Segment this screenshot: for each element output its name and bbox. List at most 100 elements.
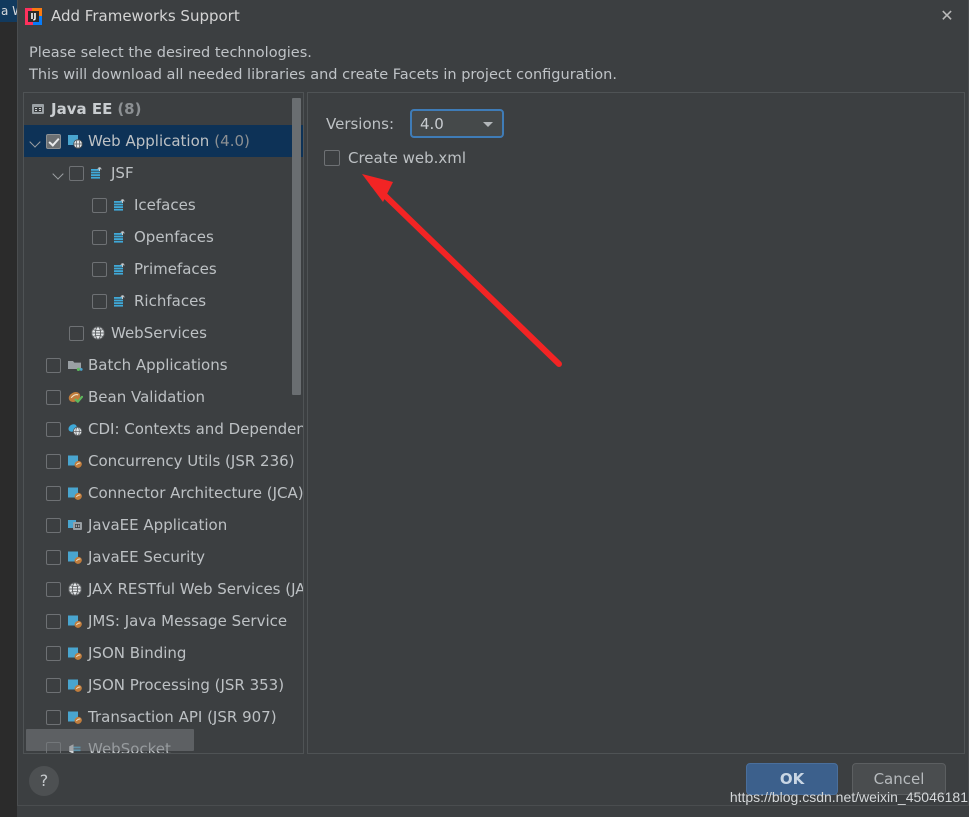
close-icon[interactable]: ✕ — [933, 3, 961, 29]
tree-vertical-scrollbar[interactable] — [292, 98, 301, 395]
tree-item-cdi-contexts-and-dependency-injection[interactable]: CDI: Contexts and Dependency Injection — [24, 413, 303, 445]
tree-item-checkbox[interactable] — [46, 549, 61, 565]
tree-item-checkbox[interactable] — [46, 453, 61, 469]
tree-item-label: Concurrency Utils (JSR 236) — [88, 452, 295, 470]
tree-item-jms-java-message-service[interactable]: JMS: Java Message Service — [24, 605, 303, 637]
tree-twisty-spacer — [30, 359, 43, 372]
jsf-icon — [113, 229, 129, 245]
help-button[interactable]: ? — [29, 766, 59, 796]
jsf-icon — [113, 261, 129, 277]
dialog-title: Add Frameworks Support — [51, 7, 240, 25]
tree-item-checkbox[interactable] — [46, 677, 61, 693]
tree-item-checkbox[interactable] — [46, 133, 61, 149]
tree-item-label: JSF — [111, 164, 134, 182]
tree-item-concurrency-utils-jsr-236[interactable]: Concurrency Utils (JSR 236) — [24, 445, 303, 477]
globe-icon — [90, 325, 106, 341]
tree-item-label: JavaEE Application — [88, 516, 228, 534]
tree-item-checkbox[interactable] — [46, 485, 61, 501]
tree-twisty-spacer — [30, 647, 43, 660]
add-frameworks-support-dialog: IJ Add Frameworks Support ✕ Please selec… — [17, 0, 969, 806]
tree-item-checkbox[interactable] — [92, 229, 107, 245]
globe-icon — [67, 581, 83, 597]
tree-item-javaee-application[interactable]: JavaEE Application — [24, 509, 303, 541]
tree-item-javaee-security[interactable]: JavaEE Security — [24, 541, 303, 573]
tree-item-checkbox[interactable] — [46, 709, 61, 725]
javaee-icon — [30, 101, 46, 117]
tree-item-checkbox[interactable] — [69, 325, 84, 341]
frameworks-tree-panel: Java EE (8) Web Application (4.0) JSF Iceface… — [23, 92, 304, 754]
tree-item-jax-restful-web-services-jax-rs[interactable]: JAX RESTful Web Services (JAX-RS) — [24, 573, 303, 605]
tree-item-label: Richfaces — [134, 292, 207, 310]
javaee-bean-icon — [67, 549, 83, 565]
tree-item-webservices[interactable]: WebServices — [24, 317, 303, 349]
tree-item-json-processing-jsr-353[interactable]: JSON Processing (JSR 353) — [24, 669, 303, 701]
background-window-title: a W — [0, 0, 17, 22]
create-webxml-row[interactable]: Create web.xml — [324, 149, 466, 167]
tree-twisty-spacer — [76, 295, 89, 308]
watermark: https://blog.csdn.net/weixin_45046181 — [729, 789, 968, 805]
tree-item-checkbox[interactable] — [46, 613, 61, 629]
tree-item-label: Bean Validation — [88, 388, 206, 406]
tree-item-checkbox[interactable] — [46, 389, 61, 405]
javaee-bean-icon — [67, 709, 83, 725]
tree-twisty-spacer — [76, 231, 89, 244]
web-application-icon — [67, 133, 83, 149]
tree-group-java-ee[interactable]: Java EE (8) — [24, 93, 303, 125]
tree-twisty-spacer — [30, 519, 43, 532]
tree-item-checkbox[interactable] — [46, 517, 61, 533]
tree-item-web-application[interactable]: Web Application (4.0) — [24, 125, 303, 157]
tree-item-checkbox[interactable] — [69, 165, 84, 181]
tree-item-label: Transaction API (JSR 907) — [88, 708, 277, 726]
batch-icon — [67, 357, 83, 373]
tree-item-primefaces[interactable]: Primefaces — [24, 253, 303, 285]
tree-item-checkbox[interactable] — [92, 197, 107, 213]
tree-item-checkbox[interactable] — [92, 261, 107, 277]
create-webxml-checkbox[interactable] — [324, 150, 340, 166]
tree-item-jsf[interactable]: JSF — [24, 157, 303, 189]
tree-item-label: Openfaces — [134, 228, 214, 246]
tree-item-label: JSON Processing (JSR 353) — [88, 676, 285, 694]
javaee-bean-icon — [67, 645, 83, 661]
tree-item-batch-applications[interactable]: Batch Applications — [24, 349, 303, 381]
intellij-idea-icon: IJ — [24, 7, 43, 26]
tree-twisty-spacer — [30, 423, 43, 436]
tree-item-label: Primefaces — [134, 260, 217, 278]
versions-label: Versions: — [326, 115, 395, 133]
chevron-down-icon[interactable] — [30, 135, 43, 148]
tree-twisty-spacer — [30, 551, 43, 564]
tree-item-json-binding[interactable]: JSON Binding — [24, 637, 303, 669]
tree-item-label: Connector Architecture (JCA) — [88, 484, 304, 502]
tree-item-openfaces[interactable]: Openfaces — [24, 221, 303, 253]
tree-twisty-spacer — [76, 263, 89, 276]
tree-item-label: Icefaces — [134, 196, 196, 214]
tree-item-label: JSON Binding — [88, 644, 187, 662]
tree-group-label: Java EE — [51, 100, 113, 118]
tree-item-bean-validation[interactable]: Bean Validation — [24, 381, 303, 413]
versions-select[interactable]: 4.0 — [410, 109, 504, 138]
intro-line-2: This will download all needed libraries … — [29, 67, 617, 83]
tree-item-label: JMS: Java Message Service — [88, 612, 288, 630]
tree-item-label: CDI: Contexts and Dependency Injection — [88, 420, 303, 438]
versions-selected-value: 4.0 — [420, 115, 444, 133]
tree-item-richfaces[interactable]: Richfaces — [24, 285, 303, 317]
frameworks-tree[interactable]: Java EE (8) Web Application (4.0) JSF Iceface… — [24, 93, 304, 753]
tree-item-checkbox[interactable] — [92, 293, 107, 309]
tree-item-label: Batch Applications — [88, 356, 228, 374]
tree-horizontal-scrollbar[interactable] — [26, 729, 194, 751]
tree-item-checkbox[interactable] — [46, 357, 61, 373]
tree-item-checkbox[interactable] — [46, 645, 61, 661]
tree-group-count: (8) — [117, 100, 142, 118]
jsf-icon — [90, 165, 106, 181]
tree-twisty-spacer — [30, 487, 43, 500]
tree-item-version: (4.0) — [214, 132, 250, 150]
tree-item-checkbox[interactable] — [46, 581, 61, 597]
tree-item-connector-architecture-jca[interactable]: Connector Architecture (JCA) — [24, 477, 304, 509]
chevron-down-icon[interactable] — [53, 167, 66, 180]
jsf-icon — [113, 197, 129, 213]
tree-item-icefaces[interactable]: Icefaces — [24, 189, 303, 221]
tree-twisty-spacer — [30, 391, 43, 404]
tree-item-label: JAX RESTful Web Services (JAX-RS) — [88, 580, 303, 598]
tree-item-checkbox[interactable] — [46, 421, 61, 437]
svg-text:IJ: IJ — [31, 12, 37, 21]
dialog-titlebar: IJ Add Frameworks Support ✕ — [18, 0, 968, 33]
